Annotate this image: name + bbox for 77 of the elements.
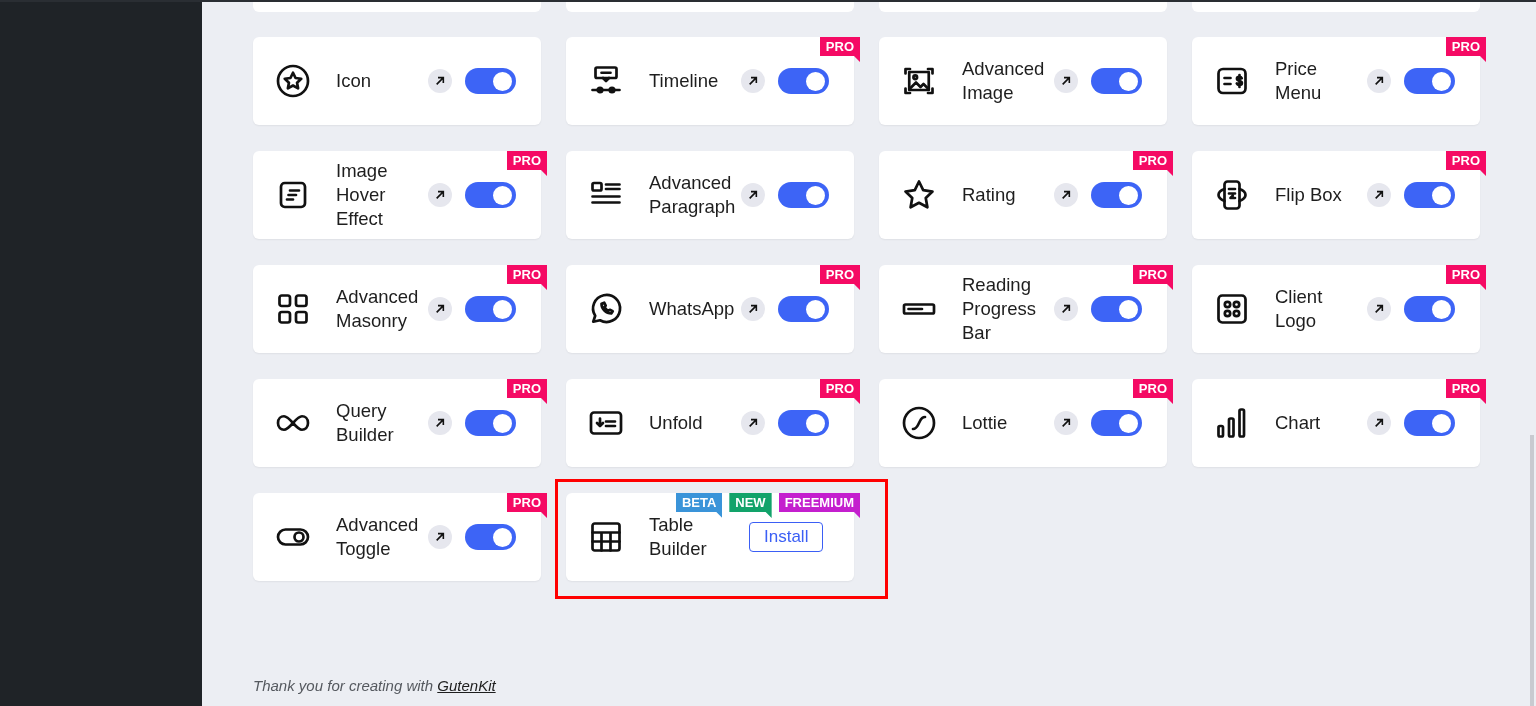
toggle-switch[interactable] (1091, 182, 1142, 208)
toggle-switch[interactable] (1404, 410, 1455, 436)
external-link-button[interactable] (1367, 411, 1391, 435)
block-name: Timeline (649, 69, 720, 93)
block-name: Unfold (649, 411, 704, 435)
external-link-button[interactable] (741, 411, 765, 435)
external-link-button[interactable] (741, 69, 765, 93)
external-link-button[interactable] (741, 183, 765, 207)
block-name: Advanced Paragraph (649, 171, 737, 219)
block-name: Lottie (962, 411, 1009, 435)
table-icon (588, 519, 624, 555)
toggle-switch[interactable] (465, 68, 516, 94)
toggle-switch[interactable] (1091, 68, 1142, 94)
toggle-switch[interactable] (465, 410, 516, 436)
install-button[interactable]: Install (749, 522, 824, 552)
toggle-switch[interactable] (778, 68, 829, 94)
tier-badge: PRO (1445, 37, 1486, 62)
external-link-button[interactable] (1367, 69, 1391, 93)
tier-badge: PRO (819, 379, 860, 404)
tier-badge: PRO (1132, 151, 1173, 176)
external-link-button[interactable] (428, 297, 452, 321)
tier-badge: PRO (506, 151, 547, 176)
block-name: Chart (1275, 411, 1322, 435)
toggle-switch[interactable] (778, 410, 829, 436)
toggle-switch[interactable] (465, 182, 516, 208)
block-name: Advanced Masonry (336, 285, 420, 333)
toggle-switch[interactable] (1091, 410, 1142, 436)
footer-text: Thank you for creating with GutenKit (253, 676, 497, 696)
flip-card-icon (1214, 177, 1250, 213)
dots-grid-icon (1214, 291, 1250, 327)
toggle-switch[interactable] (1404, 182, 1455, 208)
external-link-button[interactable] (1367, 183, 1391, 207)
block-name: Flip Box (1275, 183, 1343, 207)
block-name: Rating (962, 183, 1017, 207)
block-name: Icon (336, 69, 372, 93)
external-link-button[interactable] (1367, 297, 1391, 321)
block-name: Query Builder (336, 399, 395, 447)
block-name: WhatsApp (649, 297, 736, 321)
tier-badge: PRO (506, 265, 547, 290)
gutenkit-link[interactable]: GutenKit (437, 677, 496, 694)
block-name: Reading Progress Bar (962, 273, 1038, 345)
tier-badge: NEW (729, 493, 772, 518)
block-name: Price Menu (1275, 57, 1323, 105)
tier-badge: BETA (675, 493, 723, 518)
external-link-button[interactable] (741, 297, 765, 321)
block-name: Advanced Image (962, 57, 1046, 105)
tier-badge: FREEMIUM (778, 493, 860, 518)
tier-badge: PRO (506, 493, 547, 518)
curve-circle-icon (901, 405, 937, 441)
tier-badge: PRO (819, 37, 860, 62)
toggle-switch[interactable] (1404, 68, 1455, 94)
block-name: Client Logo (1275, 285, 1324, 333)
tier-badge: PRO (819, 265, 860, 290)
external-link-button[interactable] (1054, 411, 1078, 435)
external-link-button[interactable] (1054, 69, 1078, 93)
tier-badge: PRO (1445, 151, 1486, 176)
external-link-button[interactable] (1054, 297, 1078, 321)
tier-badge: PRO (1445, 379, 1486, 404)
external-link-button[interactable] (428, 411, 452, 435)
block-name: Advanced Toggle (336, 513, 420, 561)
toggle-switch[interactable] (778, 296, 829, 322)
external-link-button[interactable] (428, 69, 452, 93)
toggle-switch[interactable] (778, 182, 829, 208)
star-circle-icon (275, 63, 311, 99)
grid-icon (275, 291, 311, 327)
tier-badge: PRO (506, 379, 547, 404)
tier-badge: PRO (1132, 265, 1173, 290)
toggle-switch[interactable] (465, 524, 516, 550)
block-name: Image Hover Effect (336, 159, 389, 231)
external-link-button[interactable] (428, 525, 452, 549)
toggle-switch[interactable] (1404, 296, 1455, 322)
tier-badge: PRO (1132, 379, 1173, 404)
external-link-button[interactable] (428, 183, 452, 207)
toggle-switch[interactable] (465, 296, 516, 322)
toggle-switch[interactable] (1091, 296, 1142, 322)
tier-badge: PRO (1445, 265, 1486, 290)
external-link-button[interactable] (1054, 183, 1078, 207)
